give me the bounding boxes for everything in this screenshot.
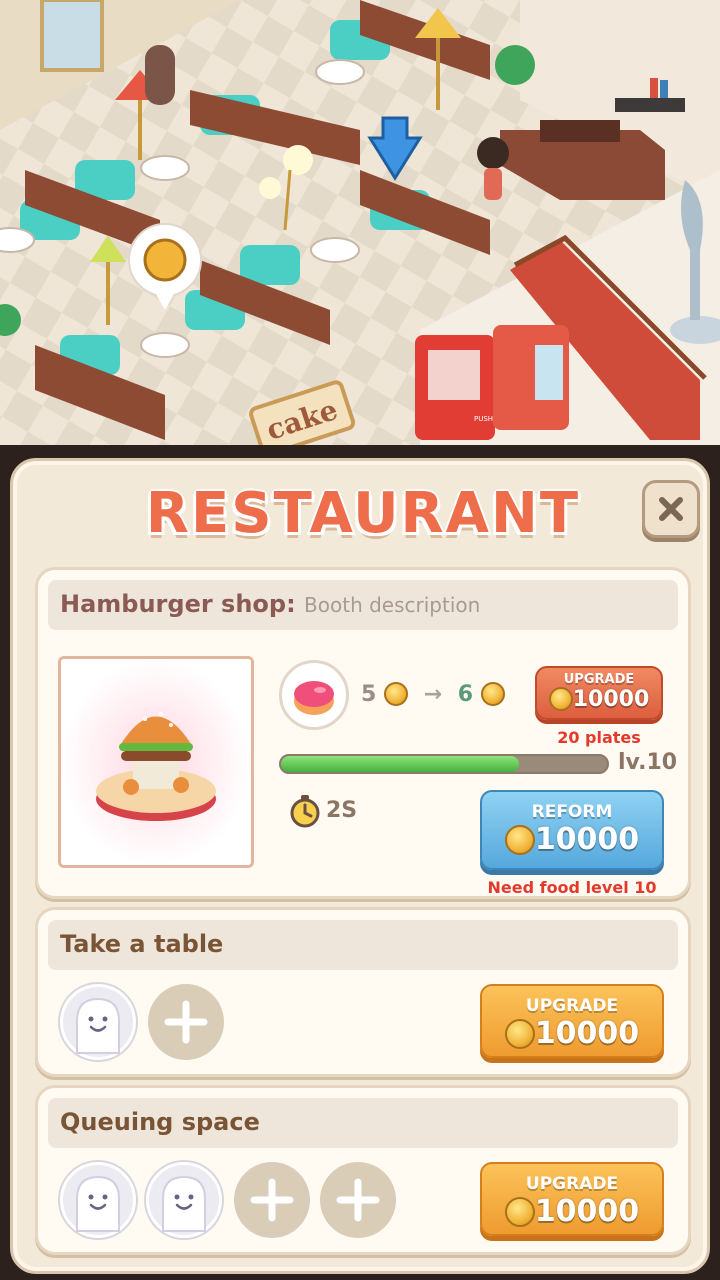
coin-icon xyxy=(504,1019,535,1049)
coin-icon xyxy=(548,687,573,711)
coin-icon xyxy=(504,825,535,855)
restaurant-panel: RESTAURANT Hamburger shop: Booth descrip… xyxy=(10,458,710,1274)
table-title: Take a table xyxy=(60,930,224,958)
reform-requirement-note: Need food level 10 xyxy=(487,878,657,897)
booth-title: Hamburger shop: Booth description xyxy=(60,590,480,618)
timer-value: 2S xyxy=(326,798,358,823)
table-header: Take a table xyxy=(48,920,678,970)
level-progress-fill xyxy=(281,756,519,772)
table-slot-filled xyxy=(60,984,136,1060)
queue-slot-filled xyxy=(146,1162,222,1238)
upgrade-booth-label: UPGRADE xyxy=(563,672,635,687)
level-label: lv.10 xyxy=(618,750,678,775)
vending-push-text: PUSH xyxy=(474,415,493,423)
arrow-right-icon: → xyxy=(423,682,443,707)
earn-from: 5 xyxy=(361,682,377,707)
upgrade-booth-price: 10000 xyxy=(537,687,661,712)
coin-icon xyxy=(504,1197,535,1227)
booth-card: Hamburger shop: Booth description 5 → 6 … xyxy=(35,567,691,899)
add-queue-slot-button[interactable] xyxy=(320,1162,396,1238)
add-table-slot-button[interactable] xyxy=(148,984,224,1060)
close-icon xyxy=(659,497,683,521)
coin-icon xyxy=(480,682,505,706)
queue-card: Queuing space UPGRADE 10000 xyxy=(35,1085,691,1255)
upgrade-queue-price: 10000 xyxy=(482,1194,662,1229)
panel-title: RESTAURANT xyxy=(145,481,581,546)
customer-avatar-icon xyxy=(76,1175,120,1232)
level-progress-bar xyxy=(279,754,609,774)
coin-icon xyxy=(383,682,408,706)
upgrade-table-price: 10000 xyxy=(482,1016,662,1051)
timer-icon xyxy=(290,795,320,828)
queue-header: Queuing space xyxy=(48,1098,678,1148)
upgrade-booth-button[interactable]: UPGRADE 10000 xyxy=(535,666,663,720)
reform-price: 10000 xyxy=(482,822,662,857)
plus-icon xyxy=(250,1178,294,1222)
restaurant-floor: cake PUSH xyxy=(0,0,720,445)
plus-icon xyxy=(164,1000,208,1044)
table-card: Take a table UPGRADE 10000 xyxy=(35,907,691,1077)
reform-label: REFORM xyxy=(531,802,613,822)
queue-title: Queuing space xyxy=(60,1108,260,1136)
earn-row: 5 → 6 xyxy=(361,682,505,712)
upgrade-table-button[interactable]: UPGRADE 10000 xyxy=(480,984,664,1058)
plates-note: 20 plates xyxy=(557,728,641,747)
add-queue-slot-button[interactable] xyxy=(234,1162,310,1238)
game-scene[interactable]: cake PUSH xyxy=(0,0,720,445)
customer-avatar-icon xyxy=(76,997,120,1054)
booth-name: Hamburger shop: xyxy=(60,590,296,618)
reform-button[interactable]: REFORM 10000 xyxy=(480,790,664,870)
booth-header: Hamburger shop: Booth description xyxy=(48,580,678,630)
upgrade-queue-button[interactable]: UPGRADE 10000 xyxy=(480,1162,664,1236)
booth-description: Booth description xyxy=(304,593,481,617)
close-button[interactable] xyxy=(642,480,700,538)
earn-to: 6 xyxy=(457,682,474,707)
upgrade-table-label: UPGRADE xyxy=(525,996,619,1016)
plus-icon xyxy=(336,1178,380,1222)
hamburger-shop-image xyxy=(58,656,254,868)
upgrade-queue-label: UPGRADE xyxy=(525,1174,619,1194)
customer-avatar-icon xyxy=(162,1175,206,1232)
queue-slot-filled xyxy=(60,1162,136,1238)
donut-icon xyxy=(279,660,349,730)
